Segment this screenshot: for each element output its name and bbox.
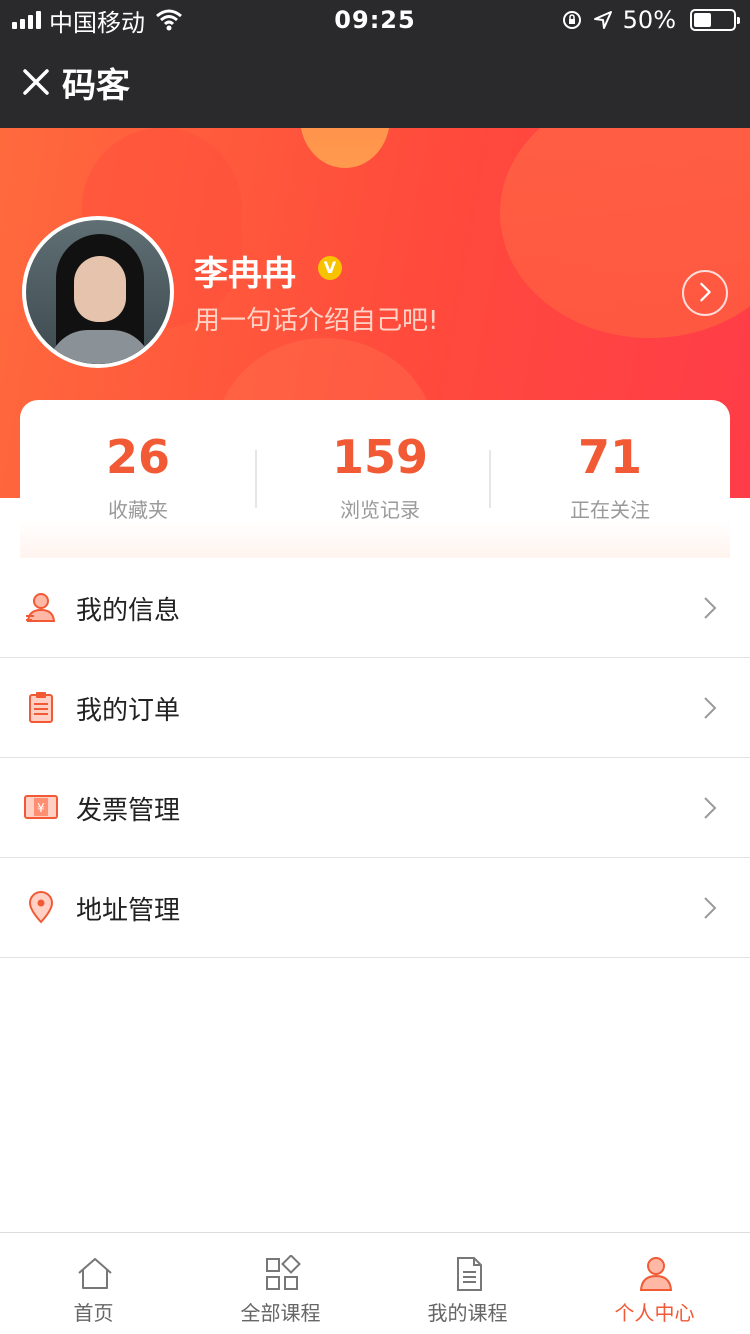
verified-badge-icon: V [318,256,342,280]
stat-value: 159 [331,430,429,484]
person-icon [639,1257,673,1291]
avatar-face [74,256,126,322]
invoice-icon: ¥ [24,795,58,819]
chevron-right-icon [704,797,717,819]
menu-item-address[interactable]: 地址管理 [0,858,750,958]
menu-item-invoice[interactable]: ¥ 发票管理 [0,758,750,858]
nav-title: 码客 [62,66,130,106]
grid-icon [266,1255,301,1290]
stat-favorites[interactable]: 26 收藏夹 [20,430,256,523]
stat-history[interactable]: 159 浏览记录 [262,430,498,523]
menu-label: 发票管理 [76,796,181,826]
battery-icon [690,9,740,31]
menu-item-my-orders[interactable]: 我的订单 [0,658,750,758]
document-icon [457,1257,482,1291]
tab-bar: 首页 全部课程 我的课程 个人中心 [0,1232,750,1334]
battery-fill [694,13,711,27]
tab-my-courses[interactable]: 我的课程 [374,1233,561,1334]
decor-blob [300,128,390,168]
stat-label: 浏览记录 [340,498,420,522]
battery-percent: 50% [622,6,676,34]
menu-list: 我的信息 我的订单 ¥ 发票管理 地址管理 [0,558,750,958]
location-arrow-icon [593,11,612,29]
stat-value: 26 [105,430,170,484]
chevron-right-icon [704,697,717,719]
close-icon[interactable] [20,66,52,98]
status-right: 50% [561,6,740,34]
tab-personal-center[interactable]: 个人中心 [561,1233,748,1334]
tab-label: 首页 [73,1301,114,1325]
location-pin-icon [28,891,54,924]
user-icon [26,593,56,622]
menu-label: 我的订单 [76,696,181,726]
menu-item-my-info[interactable]: 我的信息 [0,558,750,658]
menu-label: 我的信息 [76,596,181,626]
chevron-right-icon [704,597,717,619]
home-icon [78,1258,112,1289]
tab-home[interactable]: 首页 [0,1233,187,1334]
stat-value: 71 [577,430,642,484]
menu-label: 地址管理 [76,896,181,926]
stat-divider [489,450,491,508]
tab-label: 全部课程 [240,1301,321,1325]
profile-chevron-right-icon[interactable] [682,270,728,316]
user-bio: 用一句话介绍自己吧! [194,306,439,336]
user-name: 李冉冉 [194,254,296,294]
nav-bar: 码客 [0,40,750,128]
stat-label: 正在关注 [570,498,650,522]
tab-label: 个人中心 [614,1301,695,1325]
clipboard-icon [29,692,53,723]
stat-divider [255,450,257,508]
stats-card: 26 收藏夹 159 浏览记录 71 正在关注 [20,400,730,560]
tab-all-courses[interactable]: 全部课程 [187,1233,374,1334]
rotation-lock-icon [562,11,581,29]
chevron-right-icon [704,897,717,919]
stat-label: 收藏夹 [108,498,168,522]
avatar[interactable] [22,216,174,368]
stat-following[interactable]: 71 正在关注 [492,430,728,523]
svg-text:¥: ¥ [37,801,45,815]
tab-label: 我的课程 [427,1301,508,1325]
status-bar: 中国移动 09:25 50% [0,0,750,40]
